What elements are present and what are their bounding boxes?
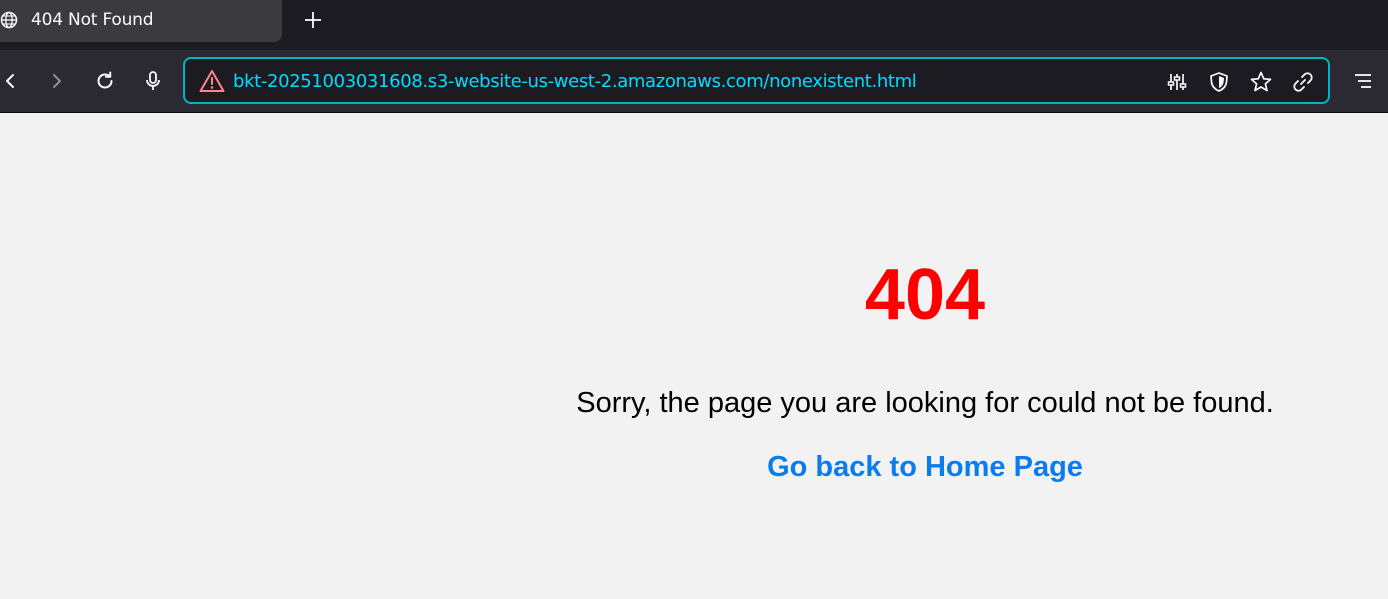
globe-icon — [0, 11, 18, 29]
tab-active[interactable]: 404 Not Found — [0, 0, 282, 42]
page-content: 404 Sorry, the page you are looking for … — [0, 113, 1388, 599]
new-tab-icon[interactable] — [302, 9, 324, 31]
back-arrow-icon[interactable] — [0, 67, 24, 95]
page-settings-icon[interactable] — [1165, 70, 1189, 94]
error-message: Sorry, the page you are looking for coul… — [576, 387, 1274, 419]
tab-strip: 404 Not Found — [0, 0, 1388, 50]
url-text[interactable]: bkt-20251003031608.s3-website-us-west-2.… — [233, 71, 917, 93]
reload-icon[interactable] — [91, 67, 119, 95]
bookmark-star-icon[interactable] — [1249, 70, 1273, 94]
forward-arrow-icon[interactable] — [43, 67, 71, 95]
microphone-icon[interactable] — [139, 67, 167, 95]
error-code-heading: 404 — [864, 255, 986, 335]
address-bar[interactable]: bkt-20251003031608.s3-website-us-west-2.… — [183, 57, 1330, 104]
home-page-link[interactable]: Go back to Home Page — [462, 449, 1388, 485]
insecure-warning-icon[interactable] — [199, 69, 225, 93]
tab-title: 404 Not Found — [31, 10, 154, 30]
share-link-icon[interactable] — [1291, 70, 1315, 94]
hamburger-menu-icon[interactable] — [1349, 67, 1377, 95]
browser-chrome: 404 Not Found bkt-20251003031608.s3-webs… — [0, 0, 1388, 113]
tracking-protection-shield-icon[interactable] — [1207, 70, 1231, 94]
